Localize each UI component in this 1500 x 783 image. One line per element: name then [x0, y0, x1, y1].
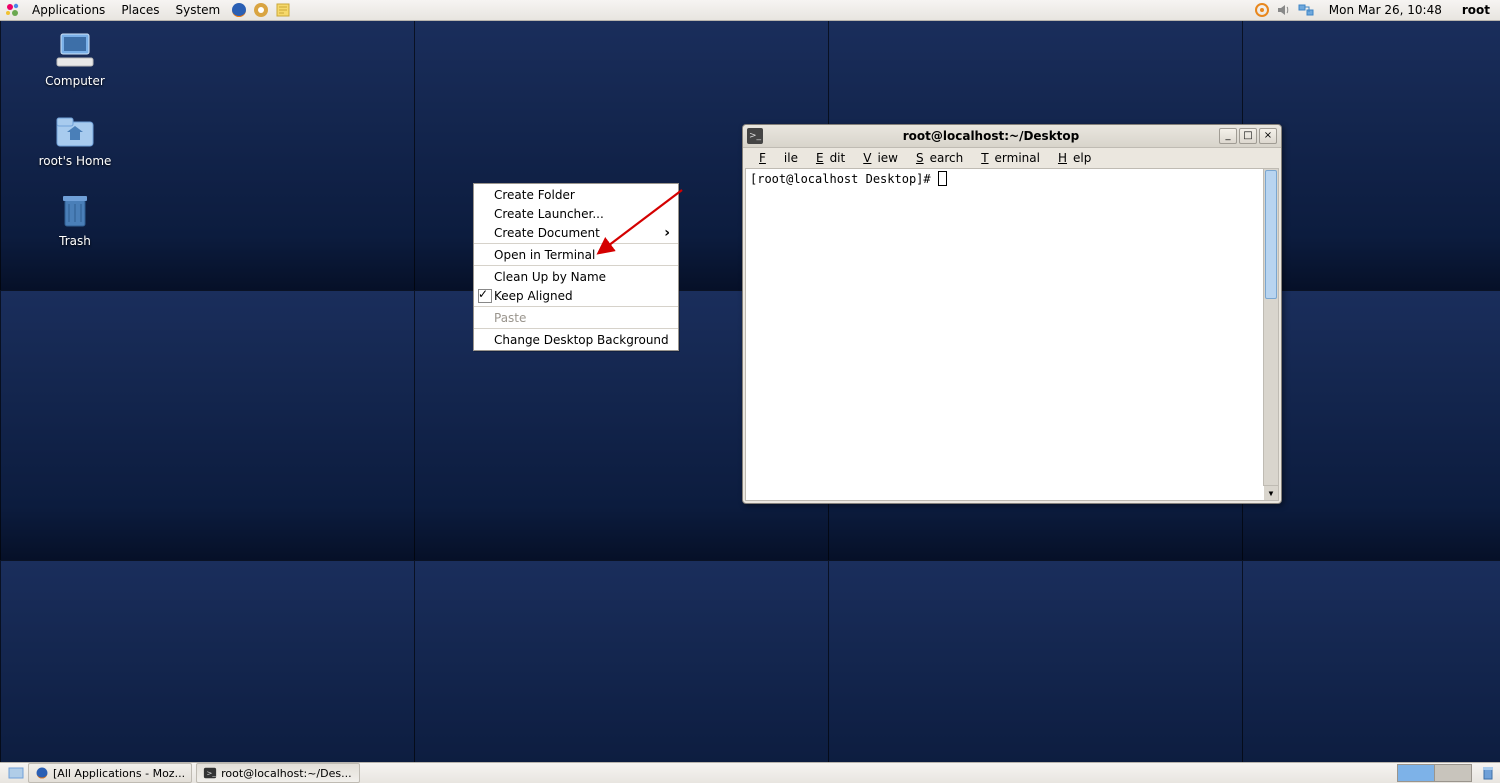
bottom-panel: [All Applications - Moz... >_ root@local… [0, 762, 1500, 783]
notes-launcher-icon[interactable] [274, 1, 292, 19]
terminal-prompt: [root@localhost Desktop]# [750, 172, 938, 186]
places-menu[interactable]: Places [115, 3, 165, 17]
ctx-create-folder[interactable]: Create Folder [474, 185, 678, 204]
trash-icon [51, 190, 99, 230]
user-menu[interactable]: root [1456, 3, 1496, 17]
ctx-clean-up[interactable]: Clean Up by Name [474, 267, 678, 286]
desktop-icons-area: Computer root's Home Trash [30, 30, 120, 248]
trash-applet-icon[interactable] [1480, 765, 1496, 781]
ctx-create-document[interactable]: Create Document [474, 223, 678, 242]
desktop-icon-label: Trash [30, 234, 120, 248]
terminal-icon: >_ [747, 128, 763, 144]
ctx-paste: Paste [474, 308, 678, 327]
window-maximize-button[interactable]: □ [1239, 128, 1257, 144]
network-icon[interactable] [1297, 1, 1315, 19]
menu-file[interactable]: File [747, 151, 804, 165]
ctx-keep-aligned[interactable]: Keep Aligned [474, 286, 678, 305]
window-minimize-button[interactable]: _ [1219, 128, 1237, 144]
terminal-cursor [938, 171, 947, 186]
window-close-button[interactable]: × [1259, 128, 1277, 144]
taskbar-button-terminal[interactable]: >_ root@localhost:~/Des... [196, 763, 360, 783]
ctx-keep-aligned-label: Keep Aligned [494, 289, 573, 303]
workspace-switcher[interactable] [1397, 764, 1472, 782]
desktop-icon-label: Computer [30, 74, 120, 88]
menu-terminal[interactable]: Terminal [969, 151, 1046, 165]
show-desktop-button[interactable] [8, 765, 24, 781]
notification-icon[interactable] [1253, 1, 1271, 19]
desktop-context-menu: Create Folder Create Launcher... Create … [473, 183, 679, 351]
top-panel: Applications Places System Mon Mar 26, 1… [0, 0, 1500, 21]
workspace-2[interactable] [1435, 765, 1471, 781]
scrollbar-down-button[interactable]: ▾ [1264, 485, 1278, 500]
gnome-foot-icon [4, 1, 22, 19]
menu-view[interactable]: View [851, 151, 904, 165]
computer-icon [51, 30, 99, 70]
desktop-icon-computer[interactable]: Computer [30, 30, 120, 88]
taskbar-button-label: root@localhost:~/Des... [221, 767, 352, 780]
terminal-body[interactable]: [root@localhost Desktop]# ▾ [745, 168, 1279, 501]
clock[interactable]: Mon Mar 26, 10:48 [1319, 3, 1452, 17]
terminal-scrollbar[interactable]: ▾ [1263, 169, 1278, 486]
taskbar-button-firefox[interactable]: [All Applications - Moz... [28, 763, 192, 783]
volume-icon[interactable] [1275, 1, 1293, 19]
firefox-icon [35, 766, 49, 780]
window-title: root@localhost:~/Desktop [767, 129, 1215, 143]
terminal-icon: >_ [203, 766, 217, 780]
system-menu[interactable]: System [169, 3, 226, 17]
ctx-create-launcher[interactable]: Create Launcher... [474, 204, 678, 223]
launcher-icon-2[interactable] [252, 1, 270, 19]
firefox-launcher-icon[interactable] [230, 1, 248, 19]
taskbar-button-label: [All Applications - Moz... [53, 767, 185, 780]
window-titlebar[interactable]: >_ root@localhost:~/Desktop _ □ × [743, 125, 1281, 148]
applications-menu[interactable]: Applications [26, 3, 111, 17]
desktop-icon-home[interactable]: root's Home [30, 110, 120, 168]
svg-text:>_: >_ [207, 770, 217, 778]
home-folder-icon [51, 110, 99, 150]
menu-help[interactable]: Help [1046, 151, 1097, 165]
scrollbar-thumb[interactable] [1265, 170, 1277, 299]
desktop-icon-label: root's Home [30, 154, 120, 168]
ctx-open-in-terminal[interactable]: Open in Terminal [474, 245, 678, 264]
menu-search[interactable]: Search [904, 151, 969, 165]
ctx-change-background[interactable]: Change Desktop Background [474, 330, 678, 349]
menu-edit[interactable]: Edit [804, 151, 851, 165]
terminal-menubar: File Edit View Search Terminal Help [743, 148, 1281, 168]
workspace-1[interactable] [1398, 765, 1435, 781]
checkbox-checked-icon [478, 289, 492, 303]
terminal-window: >_ root@localhost:~/Desktop _ □ × File E… [742, 124, 1282, 504]
desktop-icon-trash[interactable]: Trash [30, 190, 120, 248]
